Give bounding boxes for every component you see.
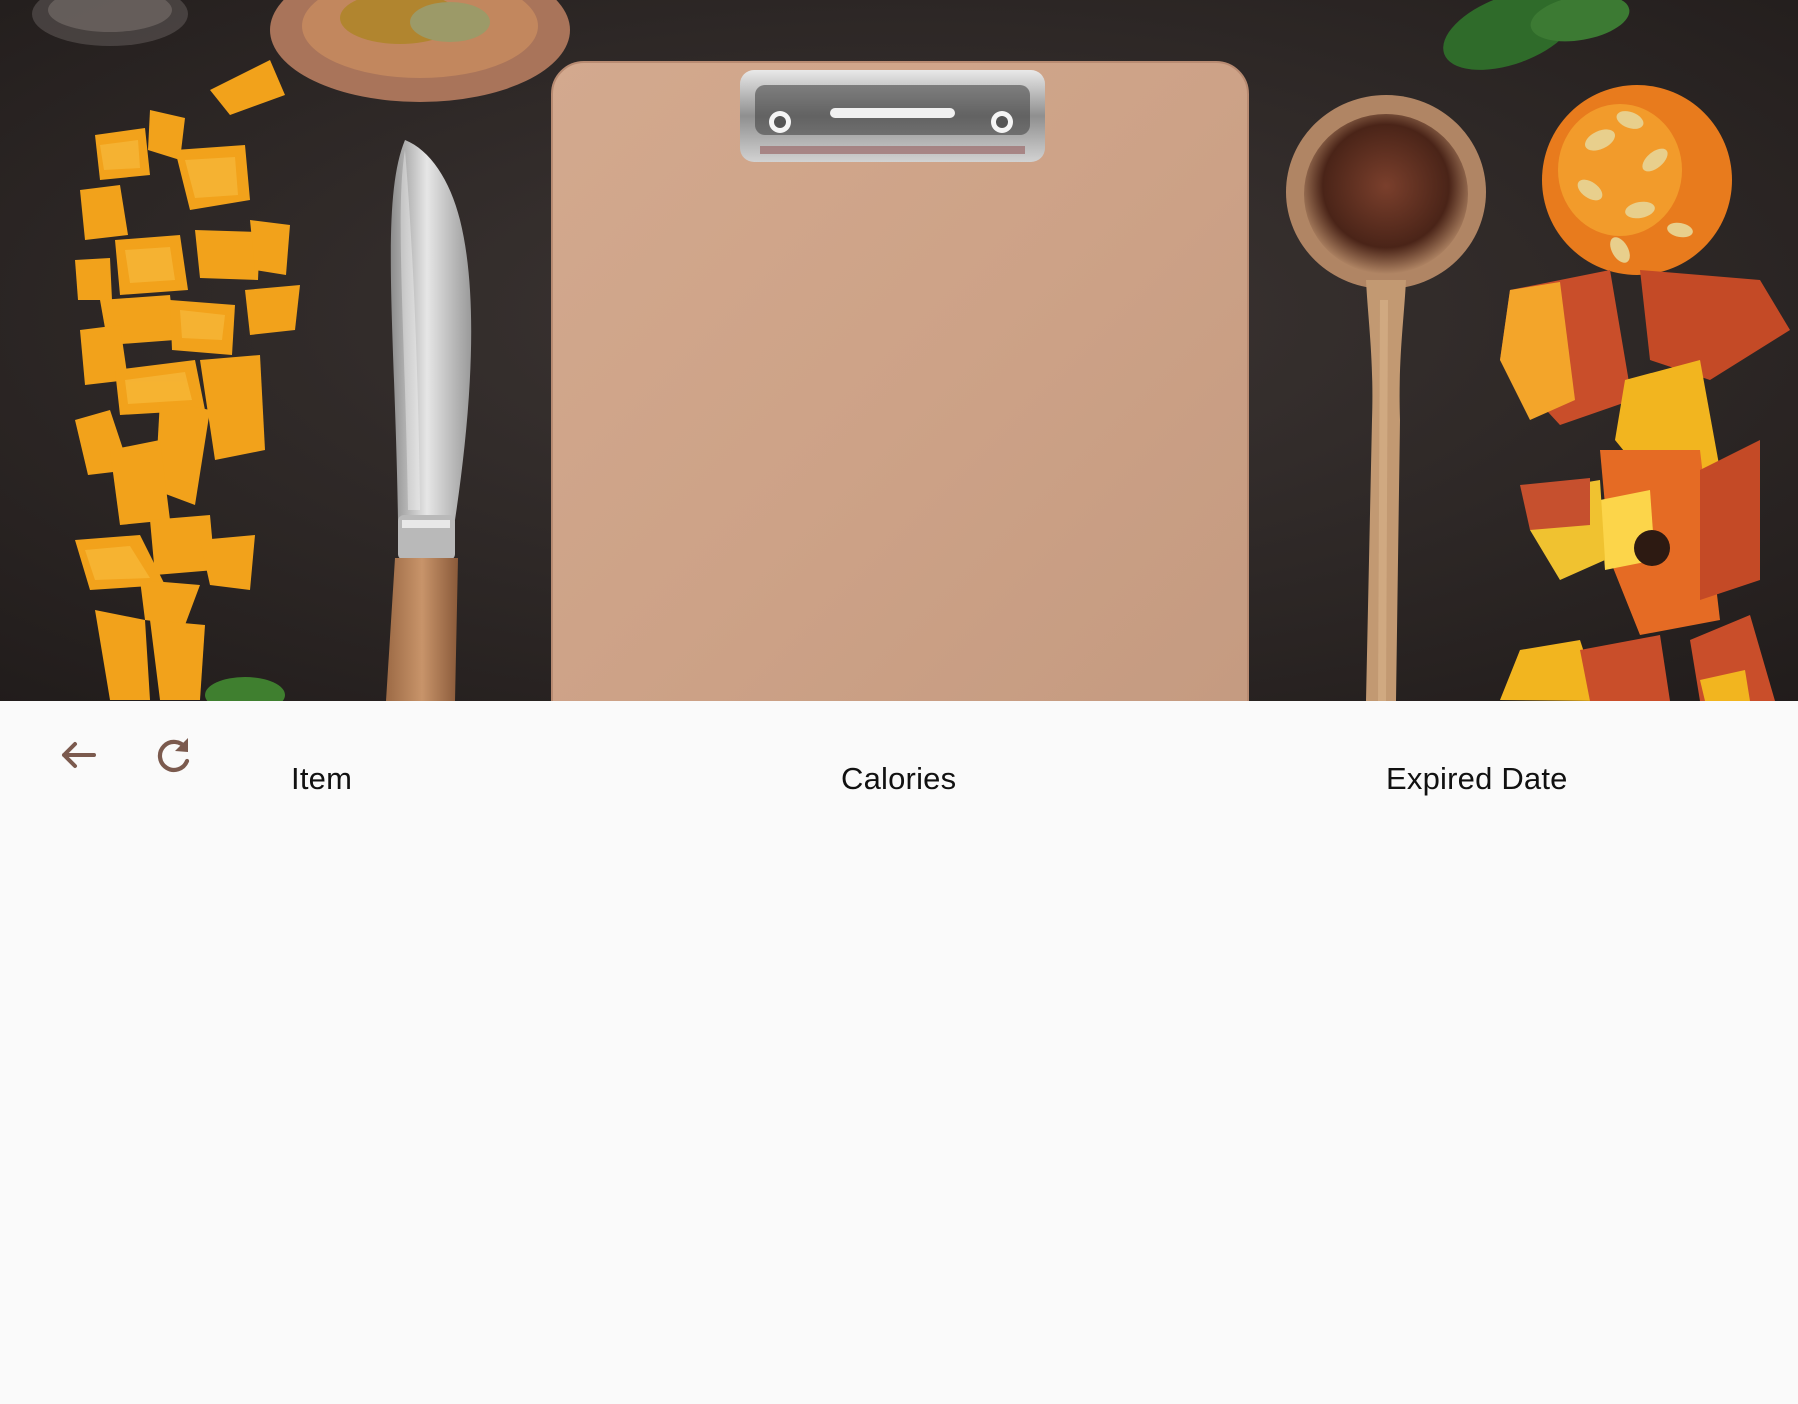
back-button[interactable]: [52, 729, 104, 781]
refresh-icon: [157, 738, 190, 772]
kitchen-flatlay-image: [0, 0, 1798, 701]
column-header-calories: Calories: [841, 761, 957, 796]
column-header-item: Item: [291, 761, 353, 796]
page: Item Calories Expired Date: [0, 0, 1798, 1404]
hero-image: [0, 0, 1798, 701]
table-body: [0, 820, 1798, 1404]
column-header-expired-date: Expired Date: [1386, 761, 1568, 796]
arrow-left-icon: [62, 742, 96, 768]
refresh-button[interactable]: [148, 729, 200, 781]
